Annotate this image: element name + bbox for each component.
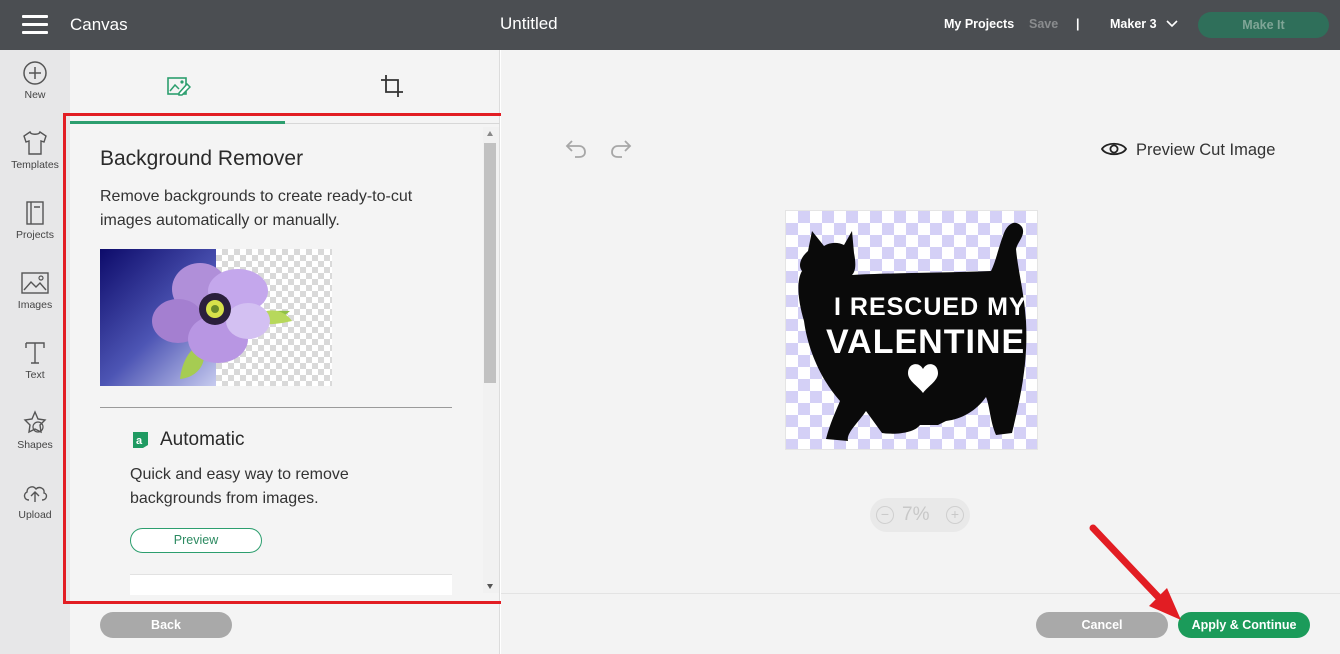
automatic-title: Automatic	[160, 429, 245, 450]
app-title: Canvas	[70, 15, 128, 34]
zoom-level: 7%	[902, 504, 930, 525]
machine-selector[interactable]: Maker 3	[1110, 17, 1157, 31]
panel-description: Remove backgrounds to create ready-to-cu…	[100, 188, 413, 229]
eye-icon	[1101, 142, 1127, 156]
panel-title: Background Remover	[100, 147, 304, 170]
topbar-divider: |	[1076, 17, 1080, 31]
footer-divider	[501, 593, 1340, 594]
active-tab-indicator	[70, 121, 285, 124]
canvas-area: Preview Cut Image I RESCUED MY VALENTINE…	[501, 50, 1340, 654]
section-divider	[100, 407, 452, 408]
panel-scrollbar[interactable]	[483, 127, 499, 593]
shapes-icon	[23, 410, 47, 434]
scroll-up-arrow[interactable]	[487, 131, 493, 136]
rail-label: New	[24, 89, 46, 101]
rail-item-new[interactable]: New	[0, 60, 70, 122]
rail-label: Images	[17, 299, 53, 311]
rail-label: Projects	[16, 229, 54, 241]
make-it-button[interactable]: Make It	[1198, 12, 1329, 38]
zoom-control: − 7% +	[870, 498, 970, 532]
my-projects-link[interactable]: My Projects	[944, 17, 1014, 31]
svg-text:a: a	[136, 435, 143, 447]
zoom-in-button[interactable]: +	[946, 506, 964, 524]
top-bar: Canvas Untitled My Projects Save | Maker…	[0, 0, 1340, 50]
notebook-icon	[26, 201, 44, 225]
artwork-text-line2: VALENTINE	[826, 323, 1026, 361]
demo-image	[100, 249, 332, 386]
flower-illustration	[152, 263, 292, 379]
hamburger-menu-icon[interactable]	[22, 15, 48, 35]
rail-item-templates[interactable]: Templates	[0, 130, 70, 192]
rail-item-shapes[interactable]: Shapes	[0, 410, 70, 472]
artwork-preview: I RESCUED MY VALENTINE	[785, 210, 1038, 450]
chevron-down-icon[interactable]	[1165, 17, 1179, 31]
panel-tabs	[70, 50, 500, 125]
image-icon	[21, 272, 49, 294]
manual-option-card[interactable]	[130, 574, 452, 595]
document-title[interactable]: Untitled	[500, 14, 558, 34]
tshirt-icon	[23, 130, 47, 155]
cancel-button[interactable]: Cancel	[1036, 612, 1168, 638]
rail-label: Shapes	[17, 439, 53, 451]
panel-content: Background Remover Remove backgrounds to…	[70, 125, 483, 595]
rail-item-images[interactable]: Images	[0, 270, 70, 332]
artwork-text-line1: I RESCUED MY	[834, 293, 1027, 321]
rail-label: Text	[25, 369, 45, 381]
preview-cut-image-label: Preview Cut Image	[1136, 141, 1276, 159]
redo-icon[interactable]	[609, 137, 633, 159]
plus-circle-icon	[23, 61, 47, 85]
cloud-upload-icon	[23, 486, 48, 502]
zoom-out-button[interactable]: −	[876, 506, 894, 524]
back-button[interactable]: Back	[100, 612, 232, 638]
rail-label: Upload	[18, 509, 52, 521]
undo-icon[interactable]	[564, 137, 588, 159]
preview-button[interactable]: Preview	[130, 528, 262, 553]
rail-label: Templates	[11, 159, 59, 171]
crop-icon[interactable]	[380, 73, 404, 99]
scroll-down-arrow[interactable]	[487, 584, 493, 589]
automatic-a-icon: a	[133, 432, 148, 448]
rail-item-upload[interactable]: Upload	[0, 480, 70, 542]
save-button[interactable]: Save	[1029, 17, 1058, 31]
tool-rail: New Templates Projects Images Text Shape…	[0, 50, 70, 654]
rail-item-projects[interactable]: Projects	[0, 200, 70, 262]
rail-item-text[interactable]: Text	[0, 340, 70, 402]
image-edit-icon[interactable]	[165, 73, 191, 99]
background-remover-panel: Background Remover Remove backgrounds to…	[63, 50, 506, 654]
app-window: Canvas Untitled My Projects Save | Maker…	[0, 0, 1340, 654]
apply-continue-button[interactable]: Apply & Continue	[1178, 612, 1310, 638]
scroll-thumb[interactable]	[484, 143, 496, 383]
automatic-description: Quick and easy way to remove backgrounds…	[130, 466, 349, 507]
text-t-icon	[25, 342, 45, 364]
